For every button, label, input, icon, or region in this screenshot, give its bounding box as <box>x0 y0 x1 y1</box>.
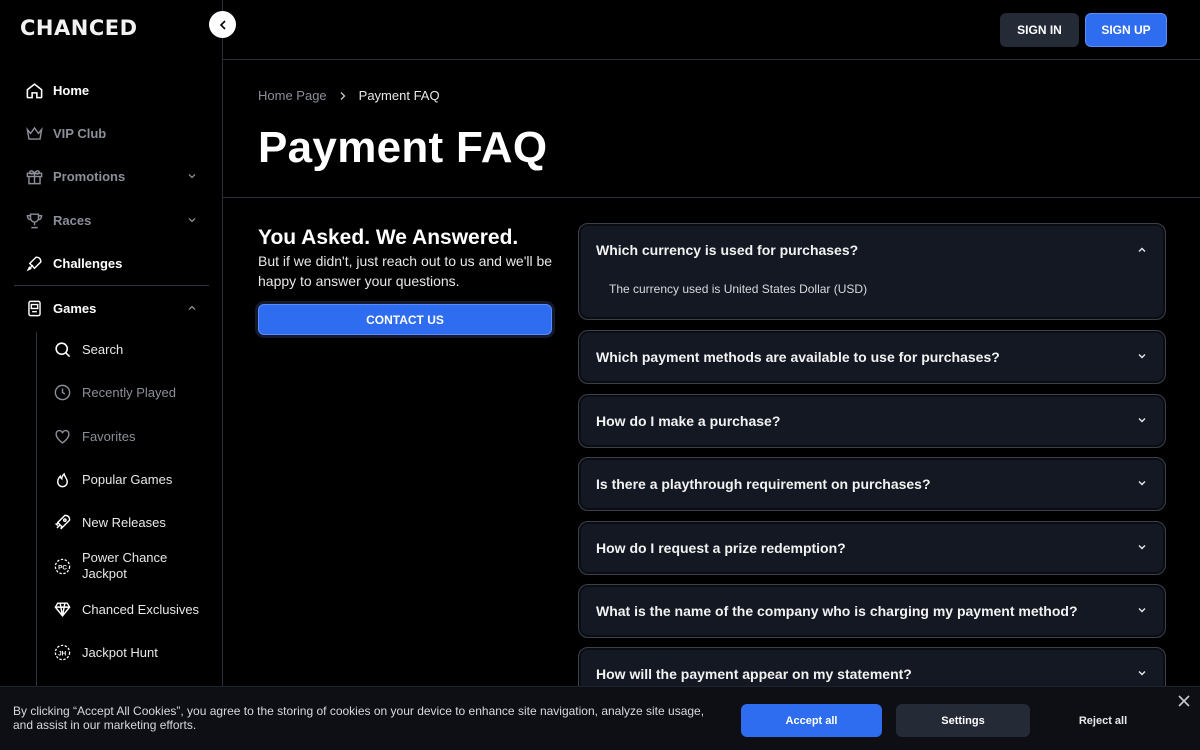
sidebar-item-label: Home <box>53 82 90 98</box>
reject-all-button[interactable]: Reject all <box>1060 704 1146 737</box>
sidebar-item-challenges[interactable]: Challenges <box>24 251 122 275</box>
sidebar-collapse-button[interactable] <box>209 11 236 38</box>
close-icon[interactable] <box>1177 694 1191 708</box>
clock-icon <box>52 382 72 402</box>
faq-question[interactable]: How do I make a purchase? <box>596 395 780 447</box>
faq-item[interactable]: How do I make a purchase? <box>578 394 1166 448</box>
chevron-up-icon[interactable] <box>187 303 197 313</box>
sidebar-sub-new-releases[interactable]: New Releases <box>52 512 166 532</box>
faq-item-expanded[interactable]: Which currency is used for purchases? Th… <box>578 223 1166 320</box>
chevron-down-icon[interactable] <box>1137 478 1147 488</box>
sign-in-button[interactable]: SIGN IN <box>1000 13 1079 47</box>
sign-up-button[interactable]: SIGN UP <box>1085 13 1167 47</box>
crown-icon <box>24 123 44 143</box>
sidebar-divider <box>14 285 209 286</box>
sidebar-sub-power-chance-jackpot[interactable]: PC Power Chance Jackpot <box>52 550 182 582</box>
chevron-down-icon[interactable] <box>187 171 197 181</box>
breadcrumb: Home Page Payment FAQ <box>258 88 440 103</box>
power-chance-icon: PC <box>52 556 72 576</box>
svg-text:JH: JH <box>58 650 67 657</box>
sidebar-item-races[interactable]: Races <box>24 208 196 232</box>
sidebar-sub-label: Jackpot Hunt <box>82 644 158 660</box>
chevron-down-icon[interactable] <box>1137 542 1147 552</box>
games-tree-line <box>36 332 37 692</box>
sidebar-item-games[interactable]: Games <box>24 296 196 320</box>
chevron-up-icon[interactable] <box>1137 245 1147 255</box>
sidebar-item-label: Promotions <box>53 168 126 184</box>
sidebar-sub-label: New Releases <box>82 514 166 530</box>
sidebar-sub-search[interactable]: Search <box>52 339 123 359</box>
cookie-text: By clicking “Accept All Cookies”, you ag… <box>13 704 705 732</box>
chevron-down-icon[interactable] <box>1137 415 1147 425</box>
cookie-banner: By clicking “Accept All Cookies”, you ag… <box>0 686 1200 750</box>
sidebar-sub-recently-played[interactable]: Recently Played <box>52 382 176 402</box>
search-icon <box>52 339 72 359</box>
cta-subtext: But if we didn't, just reach out to us a… <box>258 253 553 289</box>
sidebar-item-vip-club[interactable]: VIP Club <box>24 121 106 145</box>
sidebar-sub-label: Chanced Exclusives <box>82 601 200 617</box>
faq-item[interactable]: Which payment methods are available to u… <box>578 330 1166 384</box>
sidebar-sub-label: Popular Games <box>82 471 173 487</box>
faq-question[interactable]: How do I request a prize redemption? <box>596 522 846 574</box>
chevron-down-icon[interactable] <box>1137 668 1147 678</box>
flame-icon <box>52 469 72 489</box>
jackpot-hunt-icon: JH <box>52 642 72 662</box>
faq-answer: The currency used is United States Dolla… <box>609 282 868 296</box>
brand-logo[interactable]: CHANCED <box>20 16 138 40</box>
home-icon <box>24 80 44 100</box>
sidebar-sub-label: Search <box>82 341 124 357</box>
chevron-left-icon <box>219 19 226 30</box>
sidebar-item-label: Challenges <box>53 255 123 271</box>
cta-heading: You Asked. We Answered. <box>258 226 519 249</box>
chevron-down-icon[interactable] <box>1137 605 1147 615</box>
gift-icon <box>24 166 44 186</box>
slot-machine-icon <box>24 298 44 318</box>
faq-item[interactable]: Is there a playthrough requirement on pu… <box>578 457 1166 511</box>
rocket-icon <box>24 253 44 273</box>
accept-all-button[interactable]: Accept all <box>741 704 882 737</box>
diamond-icon <box>52 599 72 619</box>
header-divider <box>223 59 1200 60</box>
sidebar-sub-label: Recently Played <box>82 384 176 400</box>
contact-us-button[interactable]: CONTACT US <box>258 304 552 335</box>
breadcrumb-current: Payment FAQ <box>358 88 440 103</box>
sidebar-sub-favorites[interactable]: Favorites <box>52 426 135 446</box>
rocket-icon <box>52 512 72 532</box>
faq-item[interactable]: How do I request a prize redemption? <box>578 521 1166 575</box>
faq-question[interactable]: Which currency is used for purchases? <box>596 224 858 276</box>
sidebar-item-promotions[interactable]: Promotions <box>24 164 196 188</box>
sidebar-sub-popular-games[interactable]: Popular Games <box>52 469 172 489</box>
sidebar-item-label: Games <box>53 300 97 316</box>
sidebar-item-label: VIP Club <box>53 125 107 141</box>
trophy-icon <box>24 210 44 230</box>
sidebar-item-home[interactable]: Home <box>24 78 89 102</box>
chevron-down-icon[interactable] <box>187 215 197 225</box>
faq-question[interactable]: Which payment methods are available to u… <box>596 331 1000 383</box>
hero-divider <box>223 197 1200 198</box>
faq-item[interactable]: What is the name of the company who is c… <box>578 584 1166 638</box>
sidebar-sub-label: Power Chance Jackpot <box>82 550 168 581</box>
sidebar-item-label: Races <box>53 212 92 228</box>
faq-question[interactable]: What is the name of the company who is c… <box>596 585 1078 637</box>
breadcrumb-home-link[interactable]: Home Page <box>258 88 327 103</box>
sidebar-sub-chanced-exclusives[interactable]: Chanced Exclusives <box>52 599 199 619</box>
svg-text:PC: PC <box>58 564 67 571</box>
sidebar-sub-jackpot-hunt[interactable]: JH Jackpot Hunt <box>52 642 158 662</box>
heart-icon <box>52 426 72 446</box>
faq-question[interactable]: Is there a playthrough requirement on pu… <box>596 458 931 510</box>
page-title: Payment FAQ <box>258 123 548 172</box>
sidebar-sub-label: Favorites <box>82 428 136 444</box>
sidebar: CHANCED Home VIP Club Promotions Races C… <box>0 0 223 750</box>
cookie-settings-button[interactable]: Settings <box>896 704 1030 737</box>
chevron-down-icon[interactable] <box>1137 351 1147 361</box>
chevron-right-icon <box>340 91 346 100</box>
